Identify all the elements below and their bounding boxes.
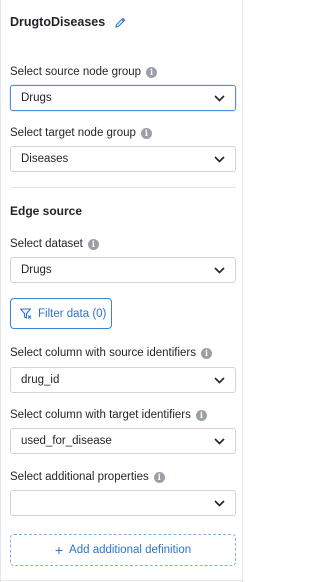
pencil-icon[interactable] (114, 16, 127, 29)
dataset-select[interactable]: Drugs (10, 257, 236, 283)
dataset-label: Select dataset (10, 238, 83, 250)
target-column-value: used_for_disease (21, 435, 112, 447)
target-column-label: Select column with target identifiers (10, 409, 191, 421)
source-column-value: drug_id (21, 374, 60, 386)
info-icon[interactable]: i (201, 347, 212, 359)
source-column-label-row: Select column with source identifiers i (10, 345, 212, 361)
edge-title: DrugtoDiseases (10, 15, 106, 29)
source-node-group-label-row: Select source node group i (10, 64, 158, 80)
dataset-label-row: Select dataset i (10, 236, 99, 252)
info-icon[interactable]: i (140, 127, 152, 139)
source-node-group-value: Drugs (21, 92, 52, 104)
info-icon[interactable]: i (146, 66, 158, 78)
title-row: DrugtoDiseases (10, 13, 127, 31)
target-node-group-value: Diseases (21, 153, 69, 165)
chevron-down-icon (214, 266, 225, 274)
target-column-label-row: Select column with target identifiers i (10, 407, 207, 423)
chevron-down-icon (214, 437, 225, 445)
add-definition-button[interactable]: + Add additional definition (10, 534, 236, 566)
additional-properties-label: Select additional properties (10, 471, 149, 483)
additional-properties-label-row: Select additional properties i (10, 469, 165, 485)
filter-icon (19, 308, 32, 319)
source-node-group-label: Select source node group (10, 66, 142, 78)
chevron-down-icon (214, 94, 225, 102)
source-node-group-select[interactable]: Drugs (10, 85, 236, 111)
source-column-select[interactable]: drug_id (10, 367, 236, 393)
info-icon[interactable]: i (87, 238, 99, 250)
info-icon[interactable]: i (153, 471, 165, 483)
target-node-group-label-row: Select target node group i (10, 125, 152, 141)
filter-data-button[interactable]: Filter data (0) (10, 298, 112, 329)
target-column-select[interactable]: used_for_disease (10, 428, 236, 454)
additional-properties-select[interactable] (10, 490, 236, 516)
add-definition-label: Add additional definition (69, 544, 192, 556)
chevron-down-icon (214, 499, 225, 507)
plus-icon: + (54, 542, 64, 558)
info-icon[interactable]: i (195, 409, 207, 421)
target-node-group-label: Select target node group (10, 127, 136, 139)
edge-source-title: Edge source (10, 204, 83, 218)
source-column-label: Select column with source identifiers (10, 347, 196, 359)
dataset-value: Drugs (21, 264, 52, 276)
chevron-down-icon (214, 376, 225, 384)
bottom-divider (1, 580, 244, 581)
chevron-down-icon (214, 155, 225, 163)
target-node-group-select[interactable]: Diseases (10, 146, 236, 172)
edge-definition-panel: DrugtoDiseases Select source node group … (0, 0, 244, 582)
filter-data-label: Filter data (0) (38, 307, 107, 320)
divider (10, 187, 236, 188)
